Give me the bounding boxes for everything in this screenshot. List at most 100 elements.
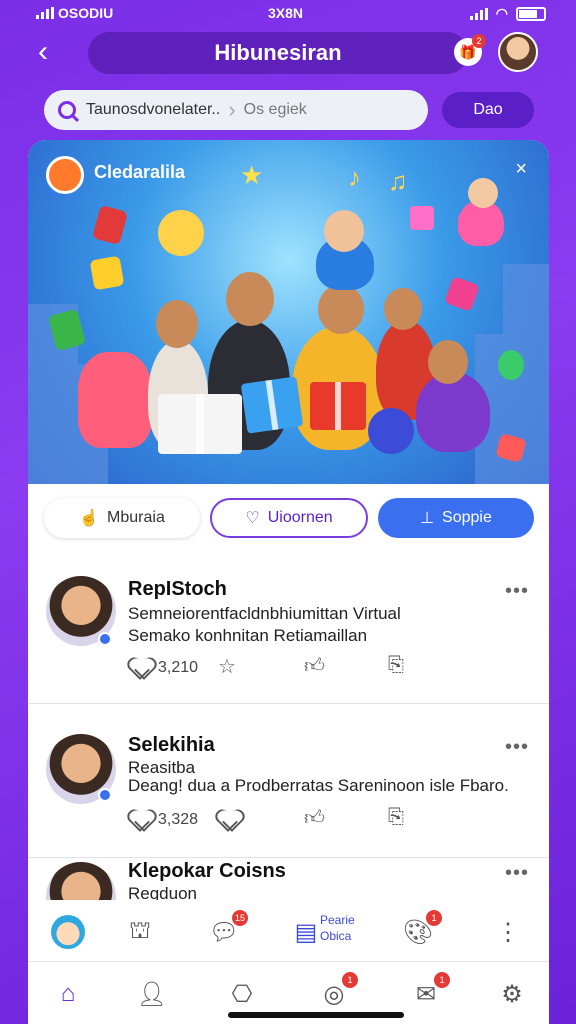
paint-button[interactable]: 🎨︎ 1 [398, 910, 442, 950]
banner-brand: Cledaralila [94, 162, 186, 182]
status-bar: OSODIU 3X8N ◠ [0, 0, 576, 28]
gift-box [158, 394, 242, 454]
home-icon[interactable]: ⌂ [48, 976, 88, 1012]
music-note-icon: ♫ [388, 166, 408, 196]
heart-icon [130, 810, 152, 830]
settings-icon[interactable]: ⚙ [492, 976, 532, 1012]
post-author[interactable]: Selekihia [128, 734, 215, 757]
carrier: OSODIU [36, 5, 113, 21]
share-icon[interactable]: ⎘ [388, 806, 404, 829]
chat-button[interactable]: 💬︎ 15 [204, 910, 248, 950]
post-author[interactable]: RepIStoch [128, 578, 227, 601]
clock: 3X8N [268, 5, 304, 21]
person-head [384, 288, 422, 330]
search-row: Taunosdvonelater.. › Os egiek Dao [44, 90, 534, 130]
verified-icon [98, 632, 112, 646]
star-icon: ★ [240, 160, 264, 190]
post-text: Deang! dua a Prodberratas Sareninoon isl… [128, 776, 509, 795]
cup-sticker [89, 255, 125, 291]
share-icon[interactable]: ⎘ [388, 654, 404, 677]
compass-icon: ◎ [323, 980, 345, 1008]
search-button[interactable]: Dao [442, 92, 534, 128]
bottom-bars: ⛫ 💬︎ 15 ▤ Pearie Obica 🎨︎ 1 ⋮ ⌂ 👤︎ ⎔ ◎ 1… [28, 900, 549, 1024]
heart-icon [218, 810, 240, 830]
more-options-icon[interactable]: ••• [505, 580, 529, 603]
more-vertical-icon[interactable]: ⋮ [488, 914, 528, 950]
ball-graphic [368, 408, 414, 454]
profile-icon[interactable]: 👤︎ [132, 976, 172, 1012]
wifi-icon: ◠ [495, 5, 508, 21]
hand-icon: ☝ [79, 510, 100, 527]
promo-banner[interactable]: Cledaralila × ♪ ♫ ★ [28, 140, 549, 484]
mascot-avatar[interactable] [48, 914, 88, 950]
person-head [324, 210, 364, 252]
verified-icon [98, 788, 112, 802]
thumb-icon[interactable]: 👍︎ [304, 806, 325, 830]
star-icon[interactable]: ☆ [218, 654, 236, 679]
chip-uioornen[interactable]: ♡ Uioornen [210, 498, 368, 538]
more-options-icon[interactable]: ••• [505, 736, 529, 759]
chip-mburaia[interactable]: ☝ Mburaia [44, 498, 200, 538]
search-hint: Os egiek [243, 101, 307, 118]
upload-icon: ⊥ [420, 510, 435, 527]
like-button[interactable]: 3,328 [130, 810, 198, 830]
messages-button[interactable]: ✉ 1 [406, 972, 450, 1012]
more-options-icon[interactable]: ••• [505, 862, 529, 885]
carrier-name: OSODIU [58, 5, 114, 21]
nav-badge: 1 [342, 972, 358, 988]
mid-label-line: Obica [320, 929, 352, 943]
phone-sticker [92, 204, 128, 246]
chip-label: Soppie [442, 509, 492, 526]
frame-sticker [444, 276, 480, 312]
battery-icon [516, 6, 546, 21]
like-count: 3,210 [158, 659, 199, 676]
person-head [226, 272, 274, 326]
like-count: 3,328 [158, 811, 199, 828]
like-button[interactable]: 3,210 [130, 658, 198, 678]
heart-button[interactable] [218, 810, 240, 830]
post-text: Semako konhnitan Retiamaillan [128, 626, 368, 645]
gift-nav-icon[interactable]: ⎔ [222, 976, 262, 1012]
chip-label: Uioornen [267, 509, 333, 526]
heart-outline-icon: ♡ [245, 510, 260, 527]
heart-icon [130, 658, 152, 678]
person-head [428, 340, 468, 384]
top-header: ‹ Hibunesiran 🎁 2 [28, 30, 548, 76]
back-button[interactable]: ‹ [38, 37, 48, 67]
close-icon[interactable]: × [515, 158, 527, 181]
people-icon[interactable]: ⛫ [120, 914, 160, 950]
bottom-nav: ⌂ 👤︎ ⎔ ◎ 1 ✉ 1 ⚙ [28, 962, 549, 1024]
status-icons: ◠ [469, 5, 546, 22]
action-chips: ☝ Mburaia ♡ Uioornen ⊥ Soppie [44, 498, 534, 538]
person-head [156, 300, 198, 348]
nav-badge: 1 [434, 972, 450, 988]
person-figure [416, 372, 490, 452]
notification-badge: 2 [472, 34, 486, 48]
mid-label[interactable]: Pearie Obica [320, 912, 355, 944]
profile-avatar[interactable] [498, 32, 538, 72]
feed-post[interactable]: Selekihia Reasitba Deang! dua a Prodberr… [28, 706, 549, 858]
signal-icon [36, 7, 54, 19]
feed-post[interactable]: RepIStoch Semneiorentfacldnbhiumittan Vi… [28, 554, 549, 704]
explore-button[interactable]: ◎ 1 [314, 972, 358, 1012]
music-note-icon: ♪ [348, 162, 361, 192]
post-text: Semneiorentfacldnbhiumittan Virtual [128, 604, 401, 623]
search-icon [58, 101, 76, 119]
cartoon-sun-character [158, 210, 204, 256]
post-text: Reasitba [128, 758, 196, 777]
content-card: Cledaralila × ♪ ♫ ★ ☝ Mburaia ♡ Uioornen… [28, 140, 549, 1000]
separator-icon: › [228, 97, 236, 122]
mid-label-line: Pearie [320, 913, 355, 927]
gift-button[interactable]: 🎁 2 [454, 34, 486, 66]
post-author[interactable]: Klepokar Coisns [128, 860, 286, 883]
gift-box [240, 376, 304, 434]
mascot-icon [51, 915, 85, 949]
search-input[interactable]: Taunosdvonelater.. › Os egiek [44, 90, 428, 130]
signal-icon [469, 7, 488, 20]
cartoon-creature [78, 352, 152, 448]
tool-bar: ⛫ 💬︎ 15 ▤ Pearie Obica 🎨︎ 1 ⋮ [28, 900, 549, 962]
thumb-icon[interactable]: 👍︎ [304, 654, 325, 678]
chip-soppie[interactable]: ⊥ Soppie [378, 498, 534, 538]
message-icon: ✉ [415, 980, 437, 1008]
chat-badge: 15 [231, 910, 248, 926]
